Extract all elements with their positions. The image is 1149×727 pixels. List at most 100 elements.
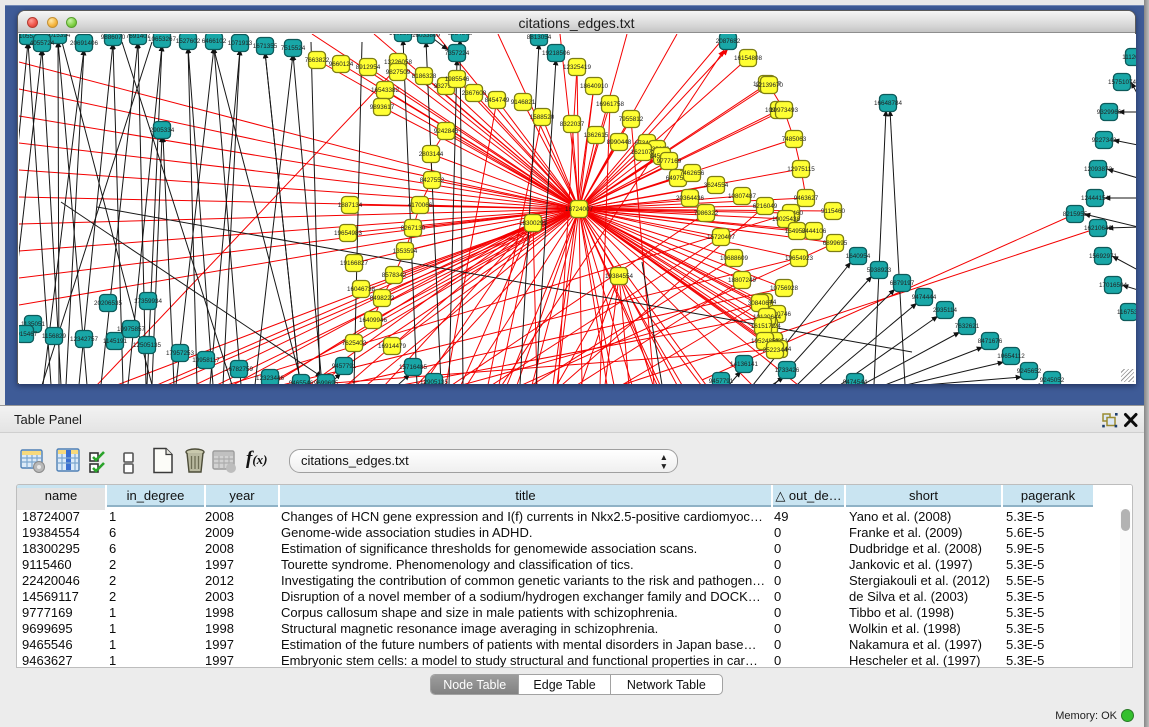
svg-text:16409946: 16409946 xyxy=(359,317,388,324)
svg-text:8427552: 8427552 xyxy=(420,177,445,184)
svg-text:12905135: 12905135 xyxy=(420,379,449,384)
svg-text:16046738: 16046738 xyxy=(347,286,376,293)
svg-text:9660124: 9660124 xyxy=(329,61,354,68)
svg-text:8215955: 8215955 xyxy=(1063,211,1088,218)
svg-text:4055724: 4055724 xyxy=(30,40,55,47)
svg-text:16961758: 16961758 xyxy=(596,101,625,108)
svg-text:9893617: 9893617 xyxy=(370,104,395,111)
svg-text:4170066: 4170066 xyxy=(408,202,433,209)
svg-text:8454749: 8454749 xyxy=(485,97,510,104)
svg-text:1145191: 1145191 xyxy=(103,338,128,345)
svg-text:8267130: 8267130 xyxy=(401,225,426,232)
svg-text:18300295: 18300295 xyxy=(519,220,548,227)
svg-text:3915467: 3915467 xyxy=(19,331,38,338)
svg-text:10958117: 10958117 xyxy=(192,357,220,364)
svg-text:20364436: 20364436 xyxy=(676,195,705,202)
svg-text:7955812: 7955812 xyxy=(619,116,644,123)
svg-text:1112047: 1112047 xyxy=(1122,54,1136,61)
svg-text:9146821: 9146821 xyxy=(511,99,536,106)
svg-text:12139670: 12139670 xyxy=(755,82,784,89)
svg-text:9115460: 9115460 xyxy=(821,208,846,215)
svg-text:15751074: 15751074 xyxy=(1108,79,1136,86)
svg-text:10807487: 10807487 xyxy=(728,193,757,200)
svg-text:8444106: 8444106 xyxy=(802,228,827,235)
svg-text:15692971: 15692971 xyxy=(1089,253,1118,260)
svg-text:19654923: 19654923 xyxy=(785,255,814,262)
svg-text:18807249: 18807249 xyxy=(728,277,757,284)
svg-text:10756928: 10756928 xyxy=(770,285,799,292)
svg-text:8471676: 8471676 xyxy=(978,338,1003,345)
svg-text:18640910: 18640910 xyxy=(580,83,609,90)
svg-text:17016504: 17016504 xyxy=(1099,282,1128,289)
svg-text:12444154: 12444154 xyxy=(1081,195,1110,202)
svg-text:16648784: 16648784 xyxy=(874,100,903,107)
svg-text:12975115: 12975115 xyxy=(787,166,815,173)
svg-text:9245052: 9245052 xyxy=(1040,377,1065,384)
svg-text:8813054: 8813054 xyxy=(527,34,552,41)
svg-text:2087682: 2087682 xyxy=(716,38,741,45)
svg-text:8186328: 8186328 xyxy=(412,73,437,80)
svg-text:15720407: 15720407 xyxy=(707,234,736,241)
svg-text:7515524: 7515524 xyxy=(281,45,306,52)
svg-text:12505135: 12505135 xyxy=(133,342,162,349)
svg-text:9227343: 9227343 xyxy=(1092,137,1117,144)
svg-text:16543382: 16543382 xyxy=(371,87,400,94)
svg-text:12342757: 12342757 xyxy=(70,336,99,343)
svg-text:1362615: 1362615 xyxy=(584,132,609,139)
svg-text:16210643: 16210643 xyxy=(1084,225,1113,232)
svg-text:19166827: 19166827 xyxy=(340,260,369,267)
svg-text:6216049: 6216049 xyxy=(753,203,778,210)
svg-text:9474444: 9474444 xyxy=(912,294,937,301)
svg-text:1640954: 1640954 xyxy=(846,253,871,260)
svg-text:16033809: 16033809 xyxy=(412,34,441,39)
svg-text:20206535: 20206535 xyxy=(94,300,123,307)
svg-text:12325419: 12325419 xyxy=(563,64,592,71)
svg-text:16782759: 16782759 xyxy=(225,366,254,373)
svg-text:8990448: 8990448 xyxy=(607,139,632,146)
svg-text:1156829: 1156829 xyxy=(42,333,67,340)
svg-text:9457791: 9457791 xyxy=(709,378,734,384)
svg-text:8578342: 8578342 xyxy=(382,272,407,279)
svg-text:9474544: 9474544 xyxy=(843,379,868,384)
svg-text:6466102: 6466102 xyxy=(202,38,227,45)
svg-text:9634508: 9634508 xyxy=(448,34,473,37)
svg-text:18724007: 18724007 xyxy=(565,206,594,213)
svg-text:19654983: 19654983 xyxy=(334,230,363,237)
svg-text:16914479: 16914479 xyxy=(378,343,407,350)
svg-text:17359934: 17359934 xyxy=(134,298,163,305)
svg-text:9827509: 9827509 xyxy=(386,69,411,76)
svg-text:10975857: 10975857 xyxy=(117,326,146,333)
svg-text:1985546: 1985546 xyxy=(445,76,470,83)
svg-text:1588520: 1588520 xyxy=(530,114,555,121)
svg-text:10973493: 10973493 xyxy=(770,107,799,114)
svg-text:9777169: 9777169 xyxy=(657,158,682,165)
svg-text:6879197: 6879197 xyxy=(890,280,915,287)
svg-text:12093872: 12093872 xyxy=(1084,166,1113,173)
svg-text:7625402: 7625402 xyxy=(342,340,367,347)
svg-text:8498222: 8498222 xyxy=(370,295,395,302)
svg-text:1167534: 1167534 xyxy=(1117,309,1136,316)
svg-text:2905334: 2905334 xyxy=(150,127,175,134)
svg-text:9699695: 9699695 xyxy=(314,380,339,384)
svg-text:10654112: 10654112 xyxy=(997,353,1025,360)
svg-text:9463627: 9463627 xyxy=(794,195,819,202)
svg-text:19384554: 19384554 xyxy=(605,273,634,280)
svg-text:1615172: 1615172 xyxy=(751,323,776,330)
svg-text:2367608: 2367608 xyxy=(462,90,487,97)
svg-text:12323446: 12323446 xyxy=(256,375,285,382)
svg-text:9242845: 9242845 xyxy=(434,128,459,135)
svg-text:1887134: 1887134 xyxy=(338,202,363,209)
svg-text:2522344: 2522344 xyxy=(763,347,788,354)
svg-text:8912954: 8912954 xyxy=(356,64,381,71)
svg-text:9886070: 9886070 xyxy=(101,34,126,41)
svg-text:1671355: 1671355 xyxy=(253,43,278,50)
svg-text:7485063: 7485063 xyxy=(782,136,807,143)
svg-text:20691406: 20691406 xyxy=(70,40,99,47)
svg-text:7986322: 7986322 xyxy=(694,210,719,217)
svg-text:14136141: 14136141 xyxy=(730,361,759,368)
svg-text:8322037: 8322037 xyxy=(560,121,585,128)
svg-text:1071913: 1071913 xyxy=(228,40,253,47)
svg-text:7462656: 7462656 xyxy=(680,170,705,177)
svg-text:5938923: 5938923 xyxy=(867,267,892,274)
svg-text:2803144: 2803144 xyxy=(419,151,444,158)
